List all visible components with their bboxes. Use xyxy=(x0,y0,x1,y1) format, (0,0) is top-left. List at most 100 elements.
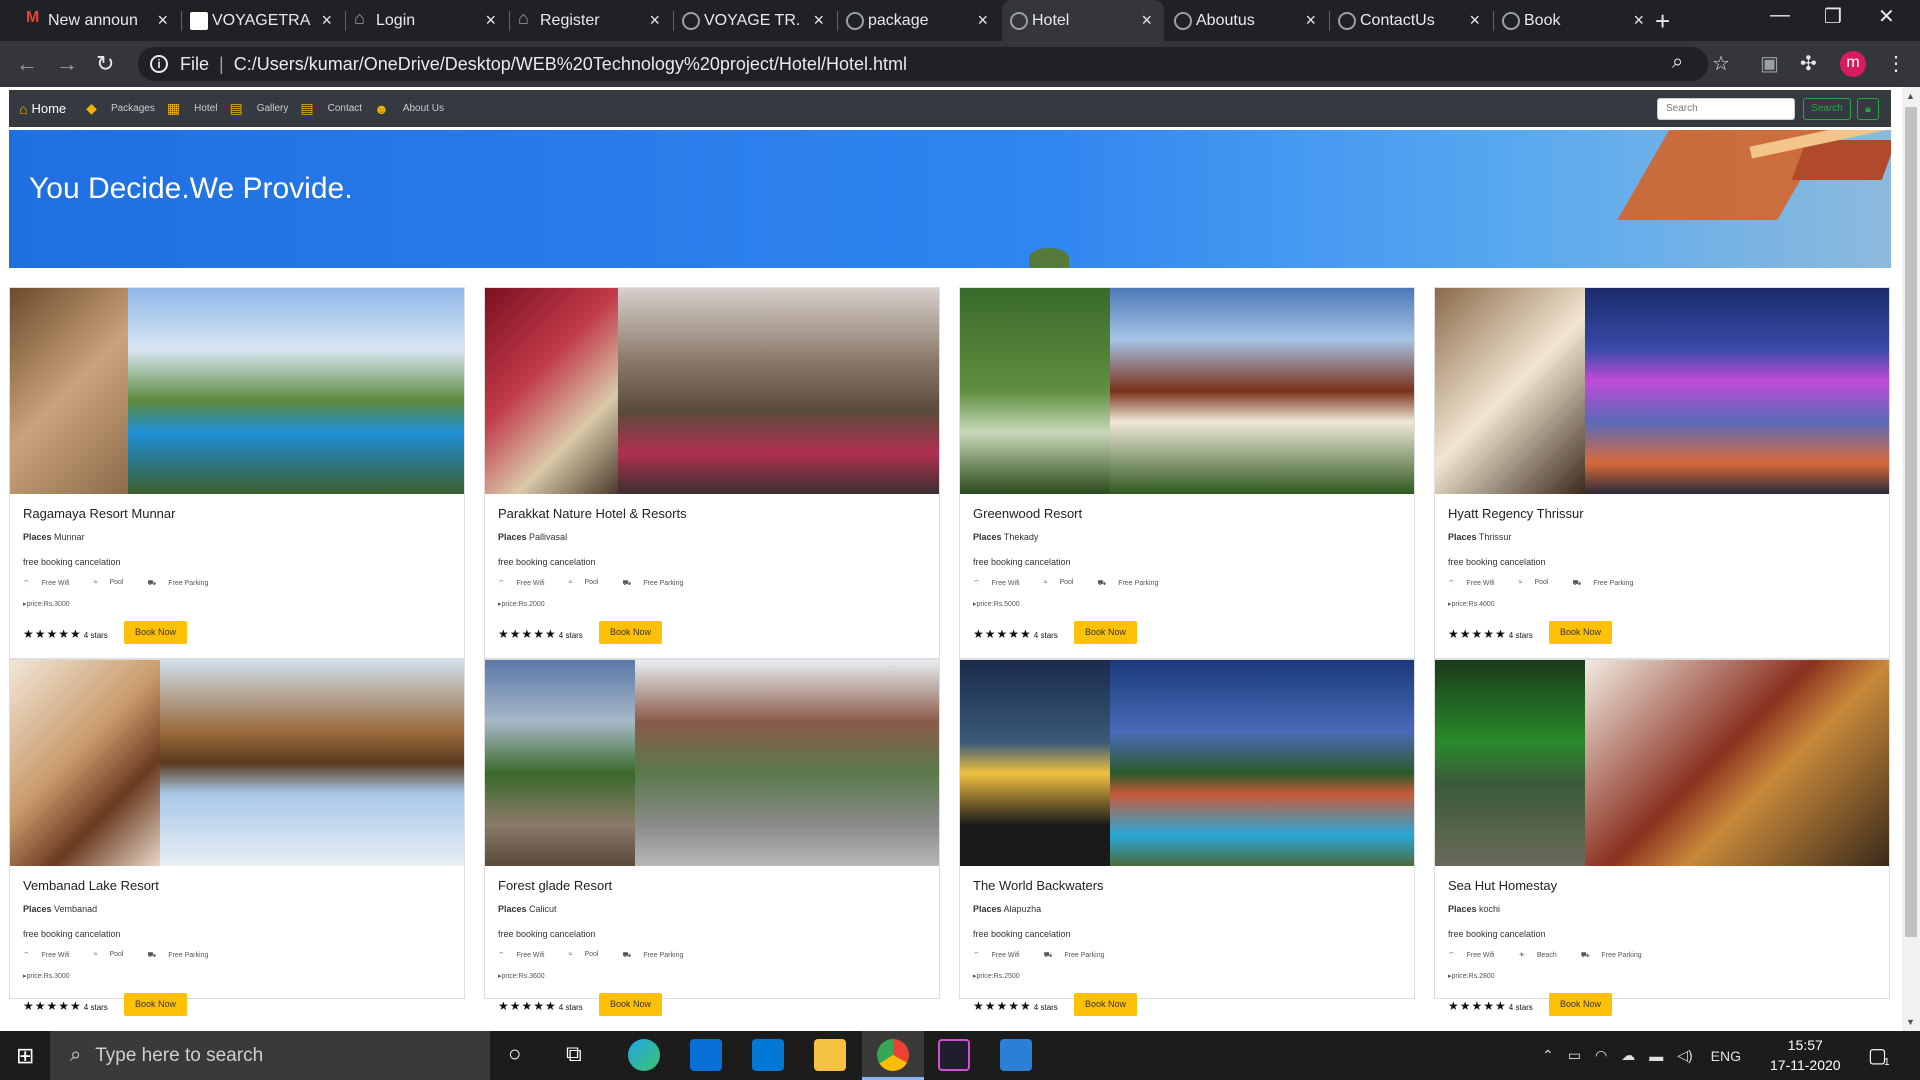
browser-tab-title: package xyxy=(868,11,929,29)
browser-tab[interactable]: Book × xyxy=(1494,0,1656,41)
bookmark-star-icon[interactable]: ☆ xyxy=(1712,51,1730,76)
hotel-price: ▸price:Rs.4000 xyxy=(1448,600,1495,608)
nav-hotel[interactable]: ▦ Hotel xyxy=(167,100,218,117)
url-text[interactable]: C:/Users/kumar/OneDrive/Desktop/WEB%20Te… xyxy=(234,54,907,75)
close-icon[interactable]: × xyxy=(485,10,496,31)
parking-icon: ⛟ xyxy=(1043,952,1053,959)
site-search-input[interactable]: Search xyxy=(1657,98,1795,120)
window-close-icon[interactable]: ✕ xyxy=(1878,4,1895,29)
parking-icon: ⛟ xyxy=(147,580,157,587)
star-icons: ★★★★★ xyxy=(498,627,557,641)
cortana-icon[interactable]: ○ xyxy=(508,1041,521,1067)
new-tab-icon[interactable]: + xyxy=(1655,6,1670,37)
battery-icon[interactable]: ▬ xyxy=(1649,1048,1663,1064)
browser-tab[interactable]: ⌂ Login × xyxy=(346,0,508,41)
book-now-button[interactable]: Book Now xyxy=(1074,621,1137,644)
nav-home[interactable]: ⌂ Home xyxy=(19,101,66,117)
close-icon[interactable]: × xyxy=(813,10,824,31)
book-now-button[interactable]: Book Now xyxy=(1549,621,1612,644)
parking-icon: ⛟ xyxy=(1572,580,1582,587)
close-icon[interactable]: × xyxy=(977,10,988,31)
nav-contact[interactable]: ▤ Contact xyxy=(300,100,362,117)
nav-packages[interactable]: ◆ Packages xyxy=(78,100,155,117)
close-icon[interactable]: × xyxy=(1469,10,1480,31)
rating-label: 4 stars xyxy=(1508,631,1533,640)
places-label: Places xyxy=(973,532,1002,542)
book-now-button[interactable]: Book Now xyxy=(124,993,187,1016)
forward-icon[interactable]: → xyxy=(56,51,78,77)
scrollbar-thumb[interactable] xyxy=(1905,107,1917,937)
web-page: ⌂ Home ◆ Packages ▦ Hotel ▤ Gallery ▤ Co… xyxy=(0,87,1902,1031)
scroll-down-icon[interactable]: ▼ xyxy=(1906,1017,1915,1027)
phpstorm-icon[interactable] xyxy=(938,1039,970,1071)
price-text: price:Rs.2000 xyxy=(501,601,545,608)
browser-tab[interactable]: ⌂ Register × xyxy=(510,0,672,41)
pool-icon: ≈ xyxy=(568,579,573,586)
menu-icon[interactable]: ⋮ xyxy=(1886,51,1906,76)
extension-icon[interactable]: ▣ xyxy=(1760,51,1779,76)
wifi-icon: ⌔ xyxy=(1448,580,1455,587)
book-now-button[interactable]: Book Now xyxy=(599,621,662,644)
site-search-button[interactable]: Search xyxy=(1803,98,1851,120)
browser-tab[interactable]: package × xyxy=(838,0,1000,41)
scroll-up-icon[interactable]: ▲ xyxy=(1906,91,1915,101)
amenity-item: ⛟ Free Parking xyxy=(1044,951,1117,960)
taskbar-clock[interactable]: 15:57 17-11-2020 xyxy=(1770,1035,1841,1075)
wifi-icon[interactable]: ◠ xyxy=(1595,1047,1607,1064)
nav-gallery[interactable]: ▤ Gallery xyxy=(229,100,288,117)
hotel-card: Vembanad Lake Resort Places Vembanad fre… xyxy=(9,659,465,1016)
close-icon[interactable]: × xyxy=(1141,10,1152,31)
windows-start-icon[interactable]: ⊞ xyxy=(16,1043,34,1069)
mail-icon[interactable] xyxy=(752,1039,784,1071)
close-icon[interactable]: × xyxy=(321,10,332,31)
book-now-button[interactable]: Book Now xyxy=(1074,993,1137,1016)
system-tray: ⌃ ▭ ◠ ☁ ▬ ◁) ENG xyxy=(1542,1031,1741,1080)
language-indicator[interactable]: ENG xyxy=(1711,1048,1741,1064)
close-icon[interactable]: × xyxy=(1305,10,1316,31)
lock-icon[interactable]: 🔒︎ xyxy=(1857,98,1879,120)
chrome-taskbar-button[interactable] xyxy=(862,1031,924,1080)
book-now-button[interactable]: Book Now xyxy=(124,621,187,644)
cloud-icon[interactable]: ☁ xyxy=(1621,1047,1635,1064)
back-icon[interactable]: ← xyxy=(16,51,38,77)
browser-tab[interactable]: VOYAGE TR. × xyxy=(674,0,836,41)
globe-icon xyxy=(1010,12,1028,30)
profile-avatar[interactable]: m xyxy=(1840,51,1866,77)
amenity-label: Free Wifi xyxy=(516,580,545,587)
tab-separator xyxy=(1493,11,1494,31)
volume-icon[interactable]: ◁) xyxy=(1677,1047,1692,1064)
nav-about[interactable]: ☻ About Us xyxy=(374,101,444,117)
puzzle-icon[interactable]: ✣ xyxy=(1800,51,1817,76)
close-icon[interactable]: × xyxy=(157,10,168,31)
restore-icon[interactable]: ❐ xyxy=(1824,4,1842,29)
image-file-icon: ▤ xyxy=(229,100,243,116)
browser-tab[interactable]: ContactUs × xyxy=(1330,0,1492,41)
browser-tab[interactable]: Hotel × xyxy=(1002,0,1164,41)
place-name: kochi xyxy=(1479,904,1501,914)
browser-tab[interactable]: M New announ × xyxy=(18,0,180,41)
browser-tab-title: Hotel xyxy=(1032,11,1070,29)
close-icon[interactable]: × xyxy=(1633,10,1644,31)
reload-icon[interactable]: ↻ xyxy=(96,51,114,77)
control-panel-icon[interactable] xyxy=(1000,1039,1032,1071)
address-bar[interactable]: i File | C:/Users/kumar/OneDrive/Desktop… xyxy=(138,47,1708,81)
file-explorer-icon[interactable] xyxy=(814,1039,846,1071)
chevron-up-icon[interactable]: ⌃ xyxy=(1542,1047,1554,1064)
page-scrollbar[interactable]: ▲ ▼ xyxy=(1902,87,1920,1031)
book-now-button[interactable]: Book Now xyxy=(599,993,662,1016)
minimize-icon[interactable]: — xyxy=(1770,4,1790,27)
close-icon[interactable]: × xyxy=(649,10,660,31)
edge-icon[interactable] xyxy=(628,1039,660,1071)
price-text: price:Rs.5000 xyxy=(976,601,1020,608)
zoom-icon[interactable]: ⌕ xyxy=(1672,51,1683,74)
info-icon[interactable]: i xyxy=(150,55,168,73)
book-now-button[interactable]: Book Now xyxy=(1549,993,1612,1016)
browser-tab[interactable]: VOYAGETRA × xyxy=(182,0,344,41)
device-icon[interactable]: ▭ xyxy=(1568,1047,1581,1064)
places-label: Places xyxy=(1448,532,1477,542)
store-icon[interactable] xyxy=(690,1039,722,1071)
task-view-icon[interactable]: ⧉ xyxy=(566,1041,582,1067)
wifi-icon: ⌔ xyxy=(23,952,30,959)
taskbar-search[interactable]: ⌕ Type here to search xyxy=(50,1031,490,1080)
browser-tab[interactable]: Aboutus × xyxy=(1166,0,1328,41)
